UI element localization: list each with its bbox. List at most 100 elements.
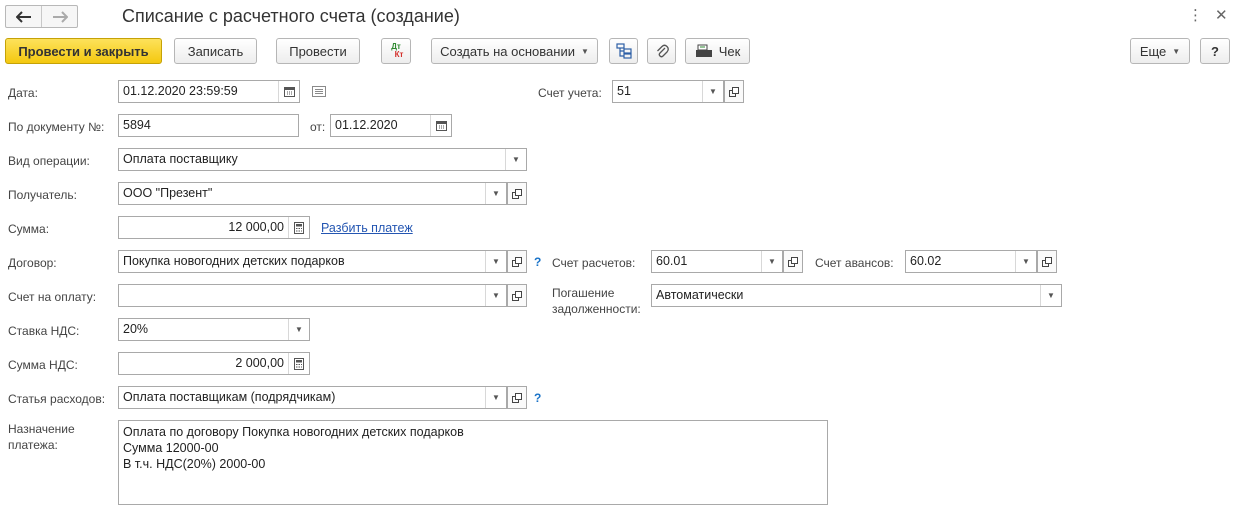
more-vertical-icon[interactable]: ⋮ bbox=[1188, 6, 1203, 26]
open-icon bbox=[512, 392, 522, 403]
doc-date-field[interactable]: 01.12.2020 bbox=[330, 114, 452, 137]
advance-account-field[interactable]: 60.02 ▼ bbox=[905, 250, 1037, 273]
receipt-label: Чек bbox=[718, 43, 741, 59]
chevron-down-icon[interactable]: ▼ bbox=[1040, 285, 1061, 306]
purpose-line: Сумма 12000-00 bbox=[123, 441, 219, 455]
date-value: 01.12.2020 23:59:59 bbox=[123, 84, 238, 98]
post-button[interactable]: Провести bbox=[276, 38, 360, 64]
post-and-close-button[interactable]: Провести и закрыть bbox=[5, 38, 162, 64]
settlement-account-value: 60.01 bbox=[656, 254, 688, 268]
arrow-left-icon bbox=[15, 10, 31, 23]
expense-item-field[interactable]: Оплата поставщикам (подрядчикам) ▼ bbox=[118, 386, 507, 409]
doc-date-label: от: bbox=[310, 120, 326, 134]
document-structure-icon bbox=[615, 43, 632, 59]
expense-item-help-icon[interactable]: ? bbox=[534, 391, 541, 405]
chevron-down-icon[interactable]: ▼ bbox=[288, 319, 309, 340]
recipient-value: ООО "Презент" bbox=[123, 186, 213, 200]
chevron-down-icon[interactable]: ▼ bbox=[702, 81, 723, 102]
contract-label: Договор: bbox=[8, 256, 57, 270]
expense-item-value: Оплата поставщикам (подрядчикам) bbox=[123, 390, 336, 404]
more-label: Еще bbox=[1139, 43, 1167, 59]
account-field[interactable]: 51 ▼ bbox=[612, 80, 724, 103]
invoice-value bbox=[119, 285, 485, 306]
vat-rate-label: Ставка НДС: bbox=[8, 324, 80, 338]
back-button[interactable] bbox=[6, 6, 41, 27]
debt-repayment-field[interactable]: Автоматически ▼ bbox=[651, 284, 1062, 307]
chevron-down-icon[interactable]: ▼ bbox=[485, 183, 506, 204]
calendar-icon[interactable] bbox=[430, 115, 451, 136]
calendar-icon[interactable] bbox=[278, 81, 299, 102]
help-button[interactable]: ? bbox=[1200, 38, 1230, 64]
recipient-label: Получатель: bbox=[8, 188, 77, 202]
chevron-down-icon[interactable]: ▼ bbox=[1015, 251, 1036, 272]
open-icon bbox=[512, 290, 522, 301]
vat-amount-label: Сумма НДС: bbox=[8, 358, 78, 372]
contract-value: Покупка новогодних детских подарков bbox=[123, 254, 345, 268]
chevron-down-icon: ▼ bbox=[1172, 46, 1181, 56]
create-based-on-label: Создать на основании bbox=[440, 43, 575, 59]
expense-item-label: Статья расходов: bbox=[8, 392, 106, 406]
advance-account-label: Счет авансов: bbox=[815, 256, 894, 270]
open-invoice-button[interactable] bbox=[507, 284, 527, 307]
chevron-down-icon[interactable]: ▼ bbox=[485, 387, 506, 408]
advance-account-value: 60.02 bbox=[910, 254, 942, 268]
open-settlement-account-button[interactable] bbox=[783, 250, 803, 273]
account-label: Счет учета: bbox=[538, 86, 602, 100]
debt-repayment-label-1: Погашение bbox=[552, 286, 615, 300]
chevron-down-icon[interactable]: ▼ bbox=[505, 149, 526, 170]
invoice-label: Счет на оплату: bbox=[8, 290, 97, 304]
calculator-icon[interactable] bbox=[288, 353, 309, 374]
amount-label: Сумма: bbox=[8, 222, 50, 236]
page-title: Списание с расчетного счета (создание) bbox=[122, 6, 460, 26]
close-icon[interactable]: ✕ bbox=[1215, 6, 1228, 26]
arrow-right-icon bbox=[52, 10, 68, 23]
doc-date-value: 01.12.2020 bbox=[335, 118, 398, 132]
account-value: 51 bbox=[617, 84, 631, 98]
dt-kt-button[interactable]: Дт Кт bbox=[381, 38, 411, 64]
date-label: Дата: bbox=[8, 86, 38, 100]
vat-rate-field[interactable]: 20% ▼ bbox=[118, 318, 310, 341]
open-icon bbox=[729, 86, 739, 97]
settlement-account-label: Счет расчетов: bbox=[552, 256, 636, 270]
save-button[interactable]: Записать bbox=[174, 38, 257, 64]
date-field[interactable]: 01.12.2020 23:59:59 bbox=[118, 80, 300, 103]
vat-amount-field[interactable]: 2 000,00 bbox=[118, 352, 310, 375]
invoice-field[interactable]: ▼ bbox=[118, 284, 507, 307]
operation-value: Оплата поставщику bbox=[123, 152, 238, 166]
attach-button[interactable] bbox=[647, 38, 676, 64]
open-account-button[interactable] bbox=[724, 80, 744, 103]
chevron-down-icon[interactable]: ▼ bbox=[485, 285, 506, 306]
vat-amount-value: 2 000,00 bbox=[235, 356, 284, 370]
open-contract-button[interactable] bbox=[507, 250, 527, 273]
create-based-on-button[interactable]: Создать на основании ▼ bbox=[431, 38, 598, 64]
open-icon bbox=[512, 188, 522, 199]
open-icon bbox=[1042, 256, 1052, 267]
operation-label: Вид операции: bbox=[8, 154, 90, 168]
open-recipient-button[interactable] bbox=[507, 182, 527, 205]
open-icon bbox=[788, 256, 798, 267]
chevron-down-icon[interactable]: ▼ bbox=[761, 251, 782, 272]
open-icon bbox=[512, 256, 522, 267]
open-expense-item-button[interactable] bbox=[507, 386, 527, 409]
amount-field[interactable]: 12 000,00 bbox=[118, 216, 310, 239]
doc-number-field[interactable]: 5894 bbox=[118, 114, 299, 137]
purpose-line: В т.ч. НДС(20%) 2000-00 bbox=[123, 457, 266, 471]
operation-field[interactable]: Оплата поставщику ▼ bbox=[118, 148, 527, 171]
doc-number-value: 5894 bbox=[123, 118, 151, 132]
payment-purpose-textarea[interactable]: Оплата по договору Покупка новогодних де… bbox=[118, 420, 828, 505]
settlement-account-field[interactable]: 60.01 ▼ bbox=[651, 250, 783, 273]
history-icon[interactable] bbox=[312, 86, 326, 100]
structure-button[interactable] bbox=[609, 38, 638, 64]
amount-value: 12 000,00 bbox=[228, 220, 284, 234]
more-button[interactable]: Еще ▼ bbox=[1130, 38, 1190, 64]
calculator-icon[interactable] bbox=[288, 217, 309, 238]
open-advance-account-button[interactable] bbox=[1037, 250, 1057, 273]
receipt-button[interactable]: Чек bbox=[685, 38, 750, 64]
cash-register-icon bbox=[695, 44, 712, 57]
split-payment-link[interactable]: Разбить платеж bbox=[321, 221, 413, 235]
forward-button[interactable] bbox=[41, 6, 77, 27]
recipient-field[interactable]: ООО "Презент" ▼ bbox=[118, 182, 507, 205]
chevron-down-icon[interactable]: ▼ bbox=[485, 251, 506, 272]
contract-help-icon[interactable]: ? bbox=[534, 255, 541, 269]
contract-field[interactable]: Покупка новогодних детских подарков ▼ bbox=[118, 250, 507, 273]
